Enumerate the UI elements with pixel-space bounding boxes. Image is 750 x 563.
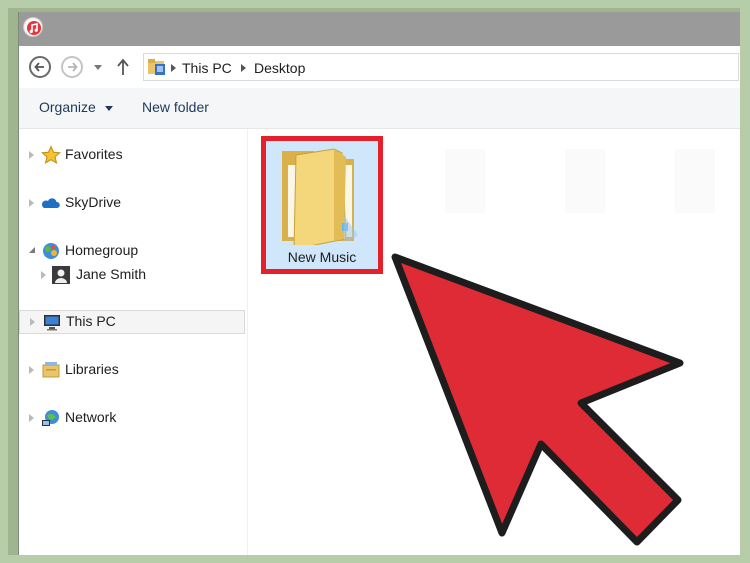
image-frame: This PC Desktop Organize New folder Favo… (8, 8, 740, 555)
red-pointer-arrow-icon (391, 253, 684, 546)
